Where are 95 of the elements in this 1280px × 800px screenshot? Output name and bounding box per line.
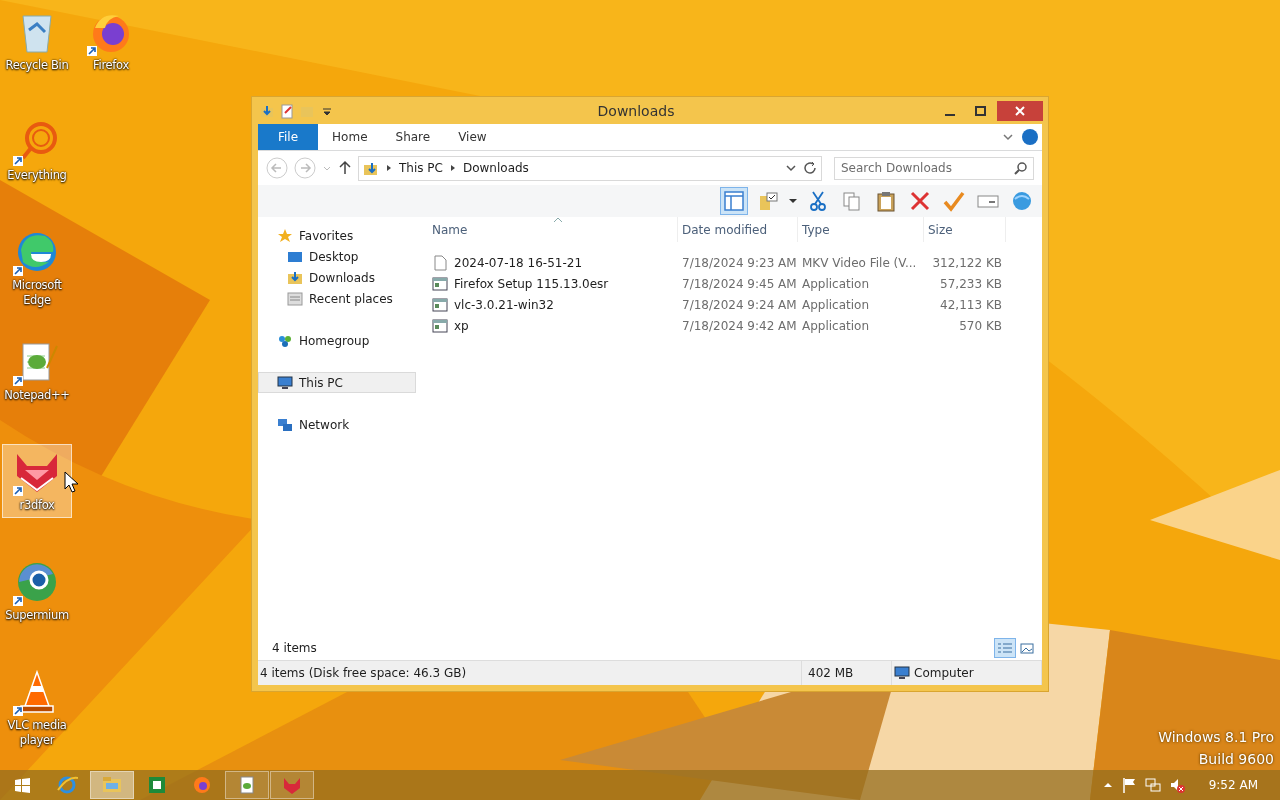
file-name[interactable]: xp	[428, 317, 678, 334]
column-header[interactable]: Name	[428, 217, 678, 242]
file-name[interactable]: 2024-07-18 16-51-21	[428, 254, 678, 271]
column-header[interactable]: Type	[798, 217, 924, 242]
size-cell-text: 57,233 KB	[939, 276, 1003, 291]
document-icon	[287, 290, 303, 307]
close-button[interactable]	[997, 100, 1043, 121]
show-hidden-icons-icon[interactable]	[1102, 780, 1113, 790]
size-cell-text: 42,113 KB	[939, 297, 1003, 312]
type-cell-text: Application	[801, 276, 871, 291]
type-cell-text: Application	[801, 318, 871, 333]
shortcut-arrow-icon	[13, 266, 23, 276]
taskbar-button[interactable]	[225, 771, 269, 799]
address-bar[interactable]: This PC Downloads	[358, 155, 822, 181]
breadcrumb-link[interactable]: Downloads	[462, 161, 529, 175]
copy-icon[interactable]	[841, 190, 863, 212]
navigation-item[interactable]: This PC	[258, 372, 416, 393]
edition-text: Build 9600	[1198, 750, 1274, 769]
download-folder-icon	[287, 269, 303, 286]
application-icon	[432, 296, 448, 313]
size-cell-text: 312,122 KB	[931, 255, 1003, 270]
date-cell-text: 7/18/2024 9:45 AM	[681, 276, 798, 291]
taskbar-button[interactable]	[270, 771, 314, 799]
windows-logo-icon	[13, 776, 31, 794]
maximize-icon	[974, 105, 986, 116]
navigation-item[interactable]: Downloads	[258, 267, 416, 288]
type-cell-text: MKV Video File (V...	[801, 255, 918, 270]
file-menu-button[interactable]: File	[258, 124, 319, 150]
ribbon-tab[interactable]: Home	[318, 124, 382, 150]
minimize-icon	[945, 113, 955, 116]
large-icons-view-icon	[1019, 641, 1035, 655]
network-icon[interactable]	[1144, 777, 1161, 793]
application-icon	[432, 275, 448, 292]
shortcut-arrow-icon	[13, 486, 23, 496]
clipboard-icon[interactable]	[875, 190, 897, 212]
computer-icon	[277, 374, 293, 391]
status-text: Computer	[914, 666, 974, 680]
refresh-icon[interactable]	[803, 161, 817, 175]
computer-icon	[894, 665, 910, 681]
search-icon[interactable]	[1014, 161, 1027, 175]
globe-icon[interactable]	[1011, 190, 1033, 212]
ribbon-tab[interactable]: Share	[381, 124, 445, 150]
expand-ribbon-icon[interactable]	[1002, 131, 1014, 143]
spreadsheet-icon	[146, 774, 168, 796]
navigation-item[interactable]: Network	[258, 414, 416, 435]
shortcut-arrow-icon	[13, 706, 23, 716]
navigation-item[interactable]: Recent places	[258, 288, 416, 309]
network-icon	[277, 416, 293, 433]
speaker-muted-icon[interactable]	[1168, 777, 1185, 793]
item-count: 4 items	[272, 641, 318, 655]
ribbon-tab[interactable]: View	[444, 124, 501, 150]
shortcut-arrow-icon	[13, 376, 23, 386]
breadcrumb-arrow-icon[interactable]	[385, 163, 393, 173]
navigation-item[interactable]: Homegroup	[258, 330, 416, 351]
flag-icon[interactable]	[1120, 777, 1137, 793]
checkmark-icon[interactable]	[943, 190, 965, 212]
details-view-icon	[997, 641, 1013, 655]
date-cell-text: 7/18/2024 9:23 AM	[681, 255, 798, 270]
dropdown-caret-icon[interactable]	[785, 162, 797, 174]
application-icon	[432, 317, 448, 334]
up-arrow-icon[interactable]	[338, 160, 352, 176]
navigation-item[interactable]: Favorites	[258, 225, 416, 246]
edition-text: Windows 8.1 Pro	[1158, 728, 1274, 747]
column-header[interactable]: Size	[924, 217, 1006, 242]
internet-explorer-icon	[56, 774, 78, 796]
star-icon	[277, 227, 293, 244]
file-name[interactable]: Firefox Setup 115.13.0esr	[428, 275, 678, 292]
date-cell-text: 7/18/2024 9:24 AM	[681, 297, 798, 312]
window-title: Downloads	[596, 102, 676, 119]
folder-options-icon[interactable]	[757, 190, 779, 212]
shortcut-arrow-icon	[13, 596, 23, 606]
file-name[interactable]: vlc-3.0.21-win32	[428, 296, 678, 313]
column-header[interactable]: Date modified	[678, 217, 798, 242]
clock[interactable]: 9:52 AM	[1208, 778, 1258, 792]
firefox-icon	[191, 774, 213, 796]
status-text: 402 MB	[802, 661, 892, 685]
file-icon	[432, 254, 448, 271]
shortcut-arrow-icon	[13, 156, 23, 166]
dropdown-caret-icon[interactable]	[788, 196, 798, 206]
shortcut-arrow-icon	[87, 46, 97, 56]
search-field[interactable]: Search Downloads	[834, 156, 1034, 180]
preview-pane-icon[interactable]	[723, 190, 745, 212]
navigation-item[interactable]: Desktop	[258, 246, 416, 267]
breadcrumb-arrow-icon[interactable]	[448, 163, 457, 173]
size-cell-text: 570 KB	[958, 318, 1003, 333]
breadcrumb-link[interactable]: This PC	[399, 161, 443, 175]
properties-icon[interactable]	[279, 102, 295, 119]
status-text: 4 items (Disk free space: 46.3 GB)	[258, 661, 802, 685]
type-cell-text: Application	[801, 297, 871, 312]
close-icon	[1015, 105, 1025, 116]
date-cell-text: 7/18/2024 9:42 AM	[681, 318, 798, 333]
scissors-icon[interactable]	[807, 190, 829, 212]
mouse-cursor-icon	[64, 471, 78, 493]
download-folder-icon	[363, 160, 379, 176]
delete-icon[interactable]	[909, 190, 931, 212]
